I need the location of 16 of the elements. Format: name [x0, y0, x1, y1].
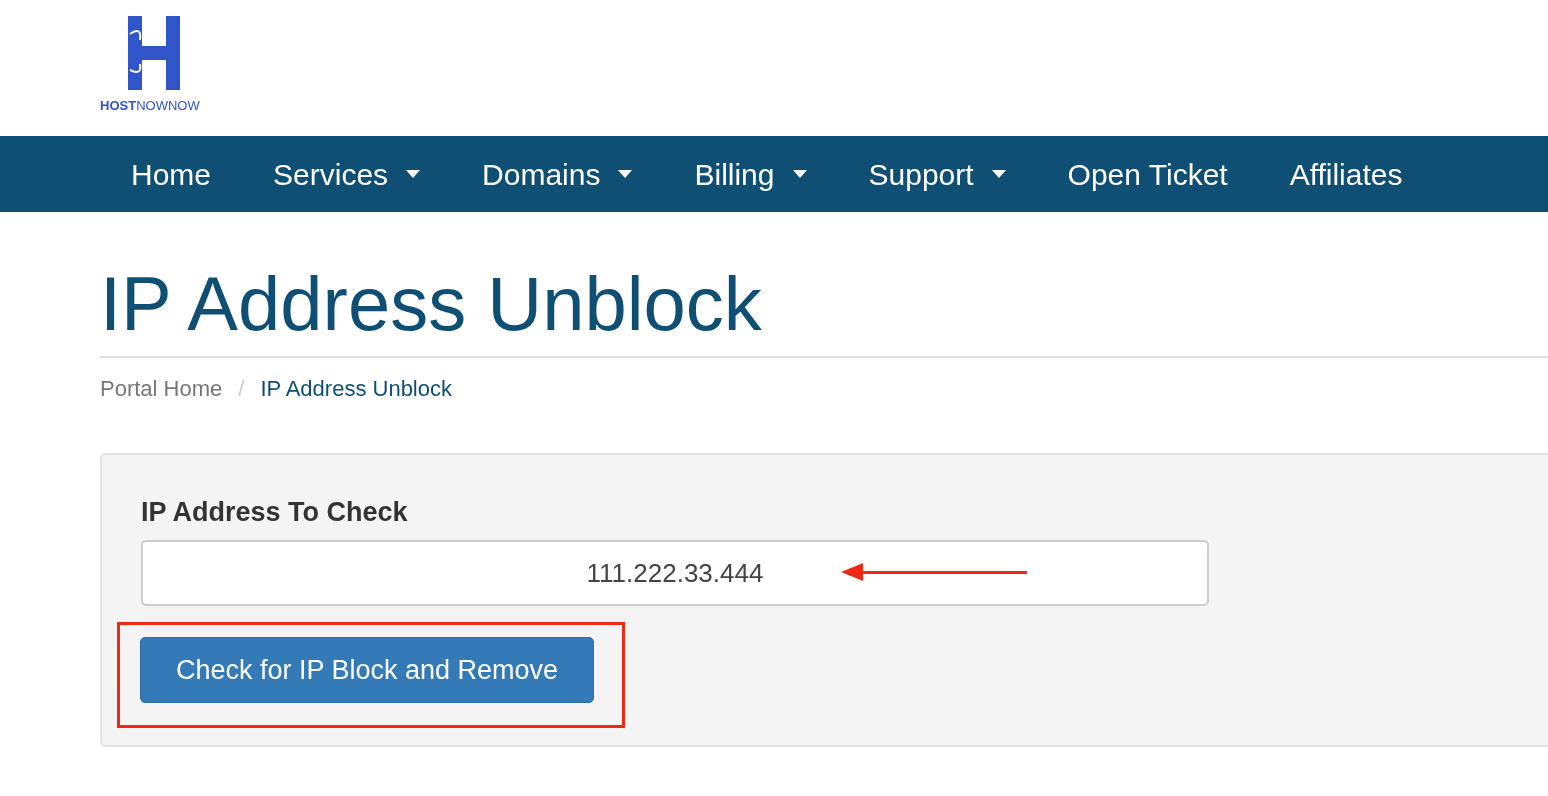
page-title: IP Address Unblock — [100, 212, 1548, 358]
nav-link[interactable]: Billing — [663, 136, 838, 212]
breadcrumb-separator: / — [238, 375, 245, 403]
nav-link[interactable]: Support — [837, 136, 1037, 212]
nav-link[interactable]: Services — [242, 136, 452, 212]
nav-link[interactable]: Domains — [451, 136, 664, 212]
breadcrumb-link[interactable]: Portal Home — [100, 372, 223, 405]
nav-link[interactable]: Affiliates — [1258, 136, 1434, 212]
nav-link[interactable]: Home — [100, 136, 243, 212]
nav-link[interactable]: Open Ticket — [1036, 136, 1259, 212]
check-button[interactable]: Check for IP Block and Remove — [140, 637, 594, 703]
logo-text: HOSTNOWNOW — [100, 99, 201, 112]
breadcrumb-link[interactable]: IP Address Unblock — [260, 372, 452, 405]
ip-input-field[interactable]: 111.222.33.444 — [141, 540, 1209, 606]
field-label: IP Address To Check — [141, 499, 409, 526]
logo-icon — [126, 14, 182, 90]
